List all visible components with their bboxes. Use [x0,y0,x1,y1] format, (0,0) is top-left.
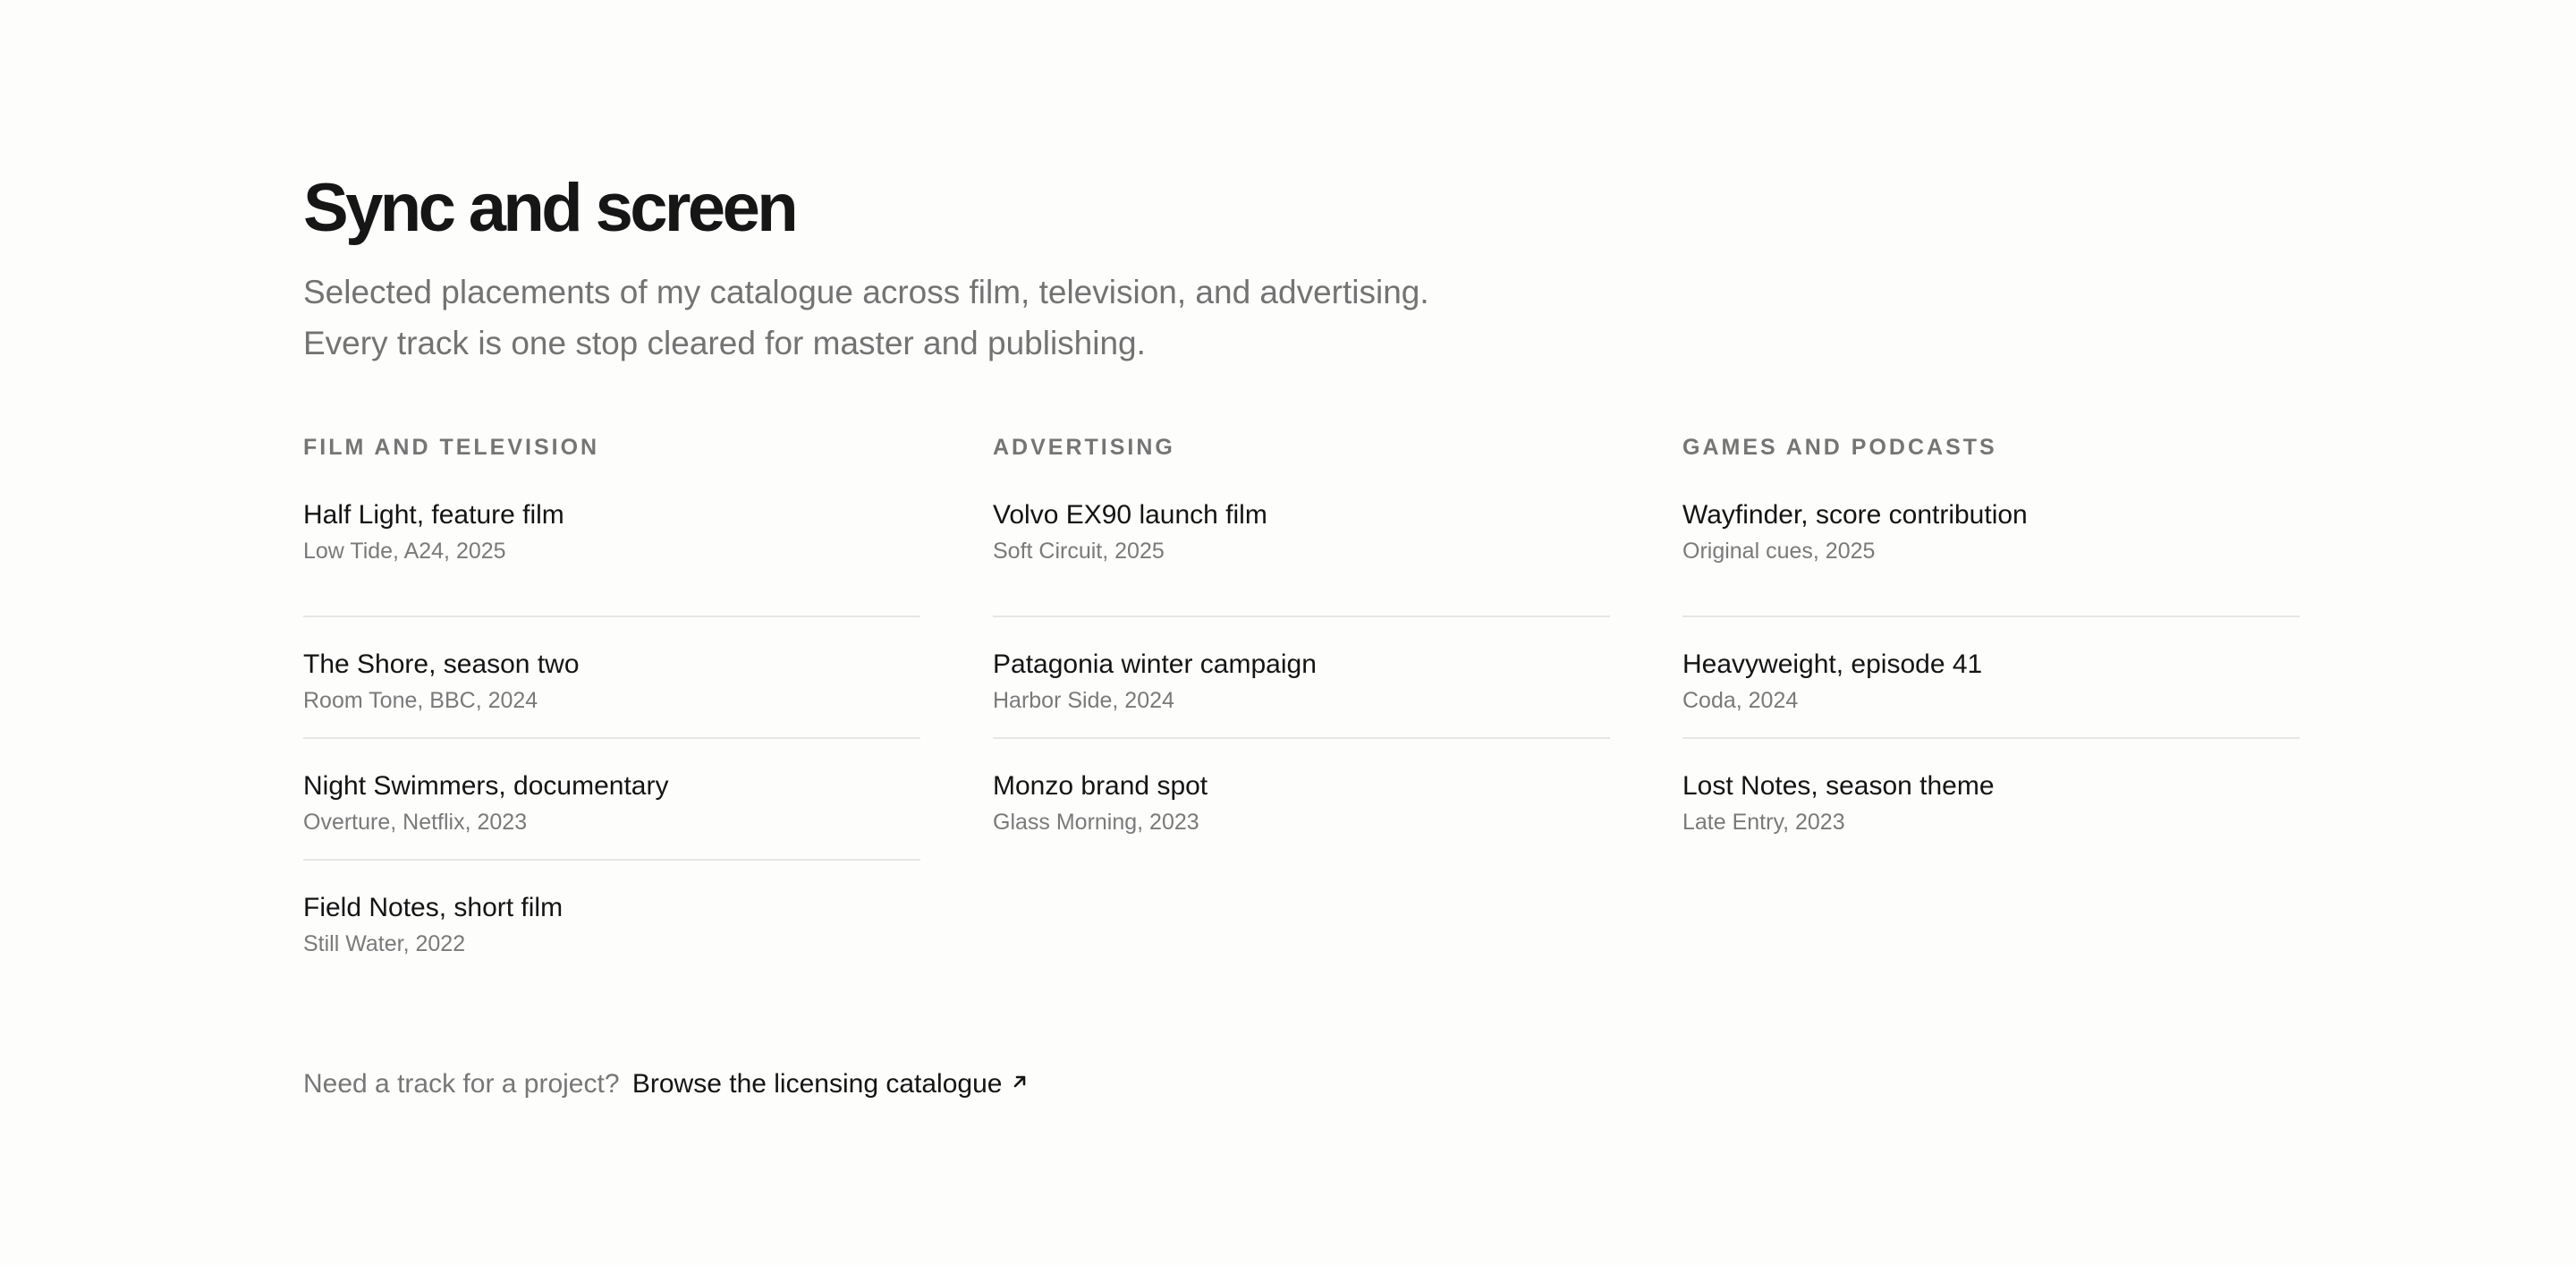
placement-list: Volvo EX90 launch film Soft Circuit, 202… [993,497,1610,861]
placement-columns: FILM AND TELEVISION Half Light, feature … [303,433,2307,982]
column-heading: ADVERTISING [993,435,1175,460]
placement-details: Low Tide, A24, 2025 [303,539,506,564]
list-item: Heavyweight, episode 41 Coda, 2024 [1682,617,2300,739]
placement-details: Coda, 2024 [1682,688,1799,713]
page-intro: Selected placements of my catalogue acro… [303,267,1645,369]
intro-line: Every track is one stop cleared for mast… [303,325,1146,361]
list-item: Volvo EX90 launch film Soft Circuit, 202… [993,497,1610,617]
intro-line: Selected placements of my catalogue acro… [303,274,1429,310]
placement-title: Lost Notes, season theme [1682,771,1995,801]
placement-title: Monzo brand spot [993,771,1208,801]
placement-title: The Shore, season two [303,649,580,679]
licensing-cta: Need a track for a project? Browse the l… [303,1066,1029,1103]
placement-details: Overture, Netflix, 2023 [303,810,528,835]
list-item: Monzo brand spot Glass Morning, 2023 [993,739,1610,861]
placement-details: Soft Circuit, 2025 [993,539,1165,564]
list-item: Wayfinder, score contribution Original c… [1682,497,2300,617]
placement-list: Half Light, feature film Low Tide, A24, … [303,497,920,982]
column-games-podcasts: GAMES AND PODCASTS Wayfinder, score cont… [1682,433,2300,982]
list-item: Patagonia winter campaign Harbor Side, 2… [993,617,1610,739]
placement-title: Field Notes, short film [303,893,564,922]
column-film-television: FILM AND TELEVISION Half Light, feature … [303,433,920,982]
arrow-up-right-icon [1011,1065,1029,1100]
list-item: Night Swimmers, documentary Overture, Ne… [303,739,920,861]
placement-title: Heavyweight, episode 41 [1682,649,1983,679]
list-item: Field Notes, short film Still Water, 202… [303,861,920,982]
placement-list: Wayfinder, score contribution Original c… [1682,497,2300,861]
placement-title: Wayfinder, score contribution [1682,500,2028,530]
placement-title: Half Light, feature film [303,500,564,530]
placement-details: Room Tone, BBC, 2024 [303,688,538,713]
list-item: Lost Notes, season theme Late Entry, 202… [1682,739,2300,861]
placement-details: Original cues, 2025 [1682,539,1876,564]
list-item: Half Light, feature film Low Tide, A24, … [303,497,920,617]
placement-details: Glass Morning, 2023 [993,810,1199,835]
placement-title: Volvo EX90 launch film [993,500,1267,530]
placement-details: Harbor Side, 2024 [993,688,1174,713]
placement-title: Patagonia winter campaign [993,649,1317,679]
column-advertising: ADVERTISING Volvo EX90 launch film Soft … [993,433,1610,982]
column-heading: GAMES AND PODCASTS [1682,435,1997,460]
column-heading: FILM AND TELEVISION [303,435,600,460]
browse-catalogue-link[interactable]: Browse the licensing catalogue [632,1069,1030,1099]
sync-section: Sync and screen Selected placements of m… [303,168,2307,982]
link-label: Browse the licensing catalogue [631,1069,1003,1099]
page-title: Sync and screen [303,170,799,246]
list-item: The Shore, season two Room Tone, BBC, 20… [303,617,920,739]
cta-prompt: Need a track for a project? [303,1069,620,1099]
placement-details: Still Water, 2022 [303,931,466,956]
placement-details: Late Entry, 2023 [1682,810,1845,835]
placement-title: Night Swimmers, documentary [303,771,669,801]
